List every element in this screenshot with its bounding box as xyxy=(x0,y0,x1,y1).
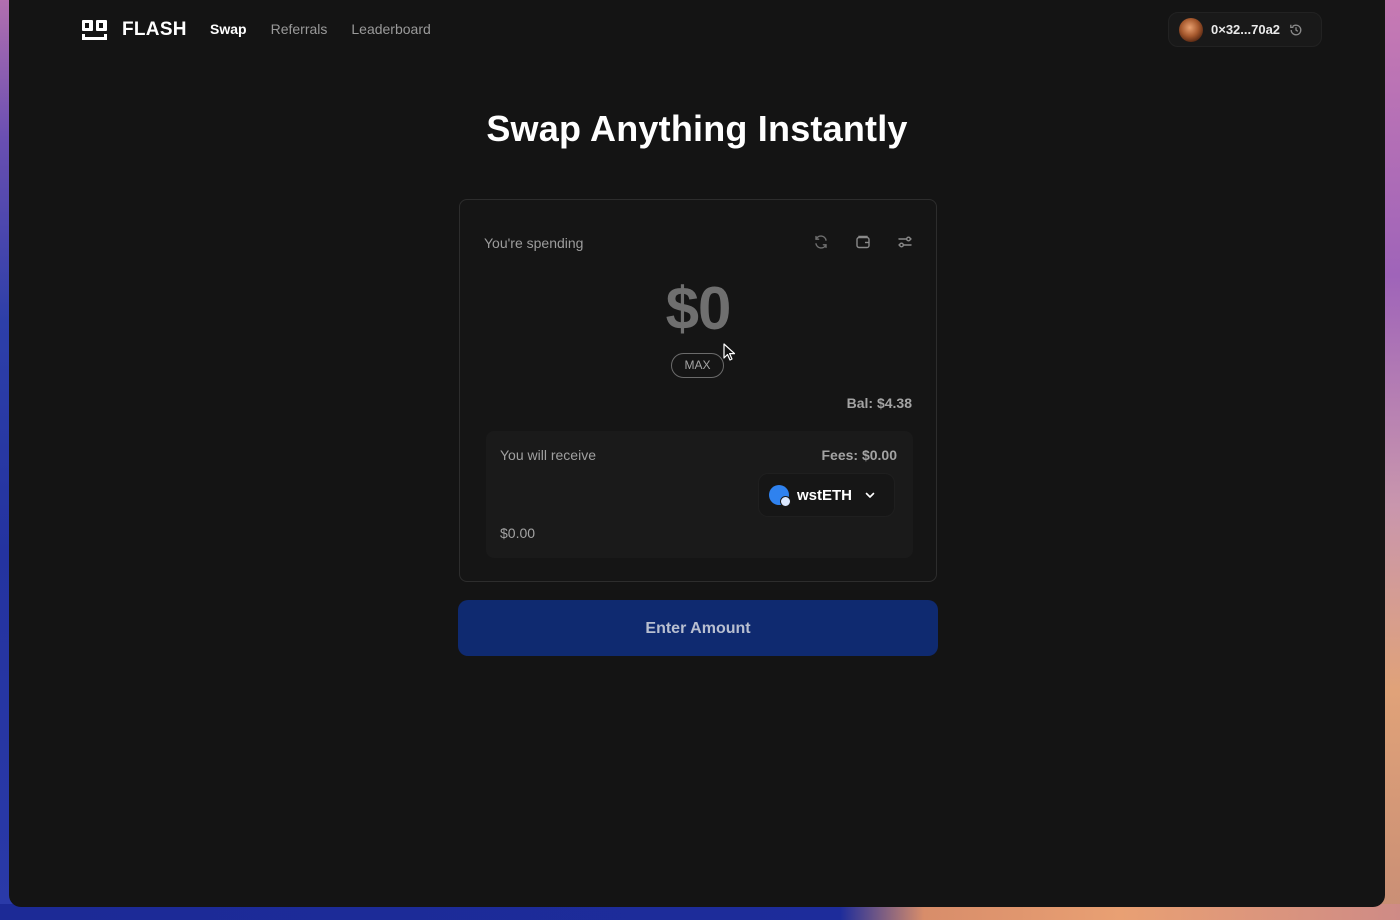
brand-logo[interactable]: FLASH xyxy=(81,19,187,41)
wallet-button[interactable]: 0×32...70a2 xyxy=(1168,12,1322,47)
receive-label: You will receive xyxy=(500,447,596,463)
fees-text: Fees: $0.00 xyxy=(821,447,898,463)
page-title: Swap Anything Instantly xyxy=(486,108,908,149)
app-window: FLASH Swap Referrals Leaderboard 0×32...… xyxy=(9,0,1385,907)
spend-amount-input[interactable]: $0 xyxy=(460,274,936,343)
mouse-cursor-icon xyxy=(723,343,737,363)
swap-card: You're spending $0 MAX Bal: $4.38 You wi… xyxy=(459,199,937,582)
history-icon[interactable] xyxy=(1289,23,1303,37)
token-selector[interactable]: wstETH xyxy=(758,473,895,517)
avatar xyxy=(1179,17,1203,42)
flash-logo-icon xyxy=(81,19,109,41)
nav-item-referrals[interactable]: Referrals xyxy=(271,21,328,37)
spending-label: You're spending xyxy=(484,235,584,251)
chevron-down-icon xyxy=(864,489,876,501)
top-navbar: FLASH Swap Referrals Leaderboard 0×32...… xyxy=(9,0,1385,60)
wsteth-token-icon xyxy=(769,485,791,507)
wallet-icon[interactable] xyxy=(854,233,872,251)
token-symbol: wstETH xyxy=(797,486,853,504)
nav-item-leaderboard[interactable]: Leaderboard xyxy=(351,21,430,37)
wallet-address: 0×32...70a2 xyxy=(1211,22,1281,37)
settings-sliders-icon[interactable] xyxy=(896,233,914,251)
receive-panel: You will receive Fees: $0.00 wstETH $0.0… xyxy=(486,431,913,558)
enter-amount-button[interactable]: Enter Amount xyxy=(458,600,938,656)
brand-name: FLASH xyxy=(122,19,187,40)
swap-toolbar xyxy=(812,233,914,251)
main-nav: Swap Referrals Leaderboard xyxy=(210,21,431,37)
receive-usd-value: $0.00 xyxy=(500,525,536,541)
balance-text: Bal: $4.38 xyxy=(846,395,912,411)
refresh-icon[interactable] xyxy=(812,233,830,251)
max-button[interactable]: MAX xyxy=(671,353,724,378)
nav-item-swap[interactable]: Swap xyxy=(210,21,247,37)
